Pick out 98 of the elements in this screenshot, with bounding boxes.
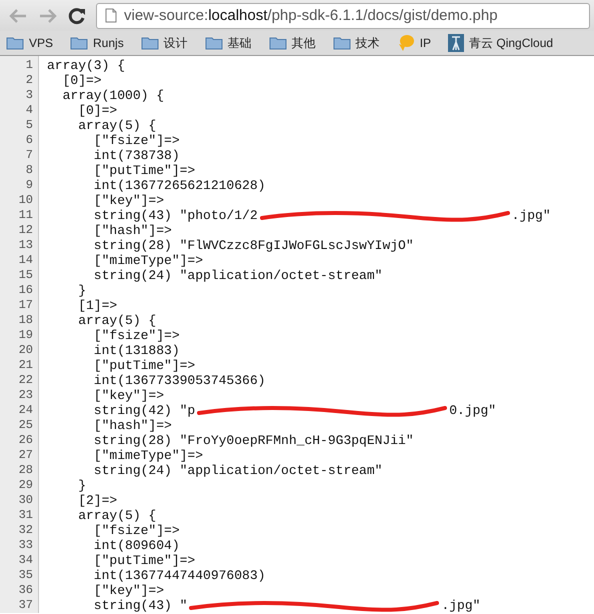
line-number: 15 bbox=[18, 268, 33, 283]
code-line: array(5) { bbox=[77, 118, 156, 133]
tower-icon bbox=[448, 34, 464, 52]
reload-icon bbox=[68, 6, 86, 24]
code-line: string(43) " bbox=[92, 598, 188, 613]
back-arrow-icon bbox=[8, 8, 28, 24]
line-number: 31 bbox=[18, 508, 33, 523]
line-number: 5 bbox=[24, 118, 33, 133]
code-line: ["key"]=> bbox=[92, 193, 164, 208]
code-line: string(28) "FlWVCzzc8FgIJWoFGLscJswYIwjO" bbox=[92, 238, 414, 253]
line-number: 6 bbox=[24, 133, 33, 148]
line-number: 14 bbox=[18, 253, 33, 268]
code-line: } bbox=[77, 283, 86, 298]
line-number: 35 bbox=[18, 568, 33, 583]
speech-bubble-icon bbox=[396, 34, 415, 52]
code-line: [0]=> bbox=[62, 73, 102, 88]
line-number: 8 bbox=[24, 163, 33, 178]
bookmark-item[interactable]: 其他 bbox=[268, 34, 316, 52]
bookmark-item[interactable]: 基础 bbox=[204, 34, 252, 52]
code-line: ["mimeType"]=> bbox=[92, 253, 204, 268]
code-line: ["fsize"]=> bbox=[92, 328, 180, 343]
code-line: string(28) "FroYy0oepRFMnh_cH-9G3pqENJii" bbox=[92, 433, 414, 448]
code-line: [0]=> bbox=[77, 103, 118, 118]
line-number: 37 bbox=[18, 598, 33, 613]
code-line: } bbox=[77, 478, 86, 493]
line-number: 25 bbox=[18, 418, 33, 433]
address-bar[interactable]: view-source:localhost/php-sdk-6.1.1/docs/gist/demo.php bbox=[96, 2, 590, 28]
code-line: string(43) "photo/1/2 bbox=[92, 208, 258, 223]
code-line: array(5) { bbox=[77, 313, 156, 328]
bookmark-item[interactable]: Runjs bbox=[70, 36, 124, 50]
code-line: ["fsize"]=> bbox=[92, 523, 180, 538]
code-line: array(1000) { bbox=[62, 88, 164, 103]
code-line: string(42) "p bbox=[92, 403, 196, 418]
bookmark-item[interactable]: VPS bbox=[6, 36, 54, 50]
line-number: 32 bbox=[18, 523, 33, 538]
bookmark-item[interactable]: 青云 QingCloud bbox=[448, 34, 554, 52]
line-number: 21 bbox=[18, 358, 33, 373]
line-number: 28 bbox=[18, 463, 33, 478]
line-number: 10 bbox=[18, 193, 33, 208]
code-line: ["putTime"]=> bbox=[92, 553, 196, 568]
line-number: 18 bbox=[18, 313, 33, 328]
line-number: 3 bbox=[24, 88, 33, 103]
line-number: 19 bbox=[18, 328, 33, 343]
code-line: ["putTime"]=> bbox=[92, 163, 196, 178]
line-number: 33 bbox=[18, 538, 33, 553]
line-number: 27 bbox=[18, 448, 33, 463]
page-icon bbox=[105, 8, 117, 23]
code-line: ["fsize"]=> bbox=[92, 133, 180, 148]
line-number: 29 bbox=[18, 478, 33, 493]
line-number: 26 bbox=[18, 433, 33, 448]
code-line: ["key"]=> bbox=[92, 583, 164, 598]
code-line: string(24) "application/octet-stream" bbox=[92, 268, 382, 283]
code-line: int(13677265621210628) bbox=[92, 178, 266, 193]
folder-icon bbox=[204, 36, 223, 50]
line-number: 36 bbox=[18, 583, 33, 598]
line-number: 22 bbox=[18, 373, 33, 388]
code-line: ["hash"]=> bbox=[92, 223, 172, 238]
code-text: 0.jpg" bbox=[449, 403, 496, 418]
line-number: 4 bbox=[24, 103, 33, 118]
line-number: 7 bbox=[24, 148, 33, 163]
code-line: [1]=> bbox=[77, 298, 118, 313]
code-line: int(13677447440976083) bbox=[92, 568, 266, 583]
line-number: 9 bbox=[24, 178, 33, 193]
code-line: ["mimeType"]=> bbox=[92, 448, 204, 463]
code-line: array(5) { bbox=[77, 508, 156, 523]
folder-icon bbox=[332, 36, 351, 50]
line-number: 11 bbox=[18, 208, 33, 223]
code-line: ["hash"]=> bbox=[92, 418, 172, 433]
line-number: 2 bbox=[24, 73, 33, 88]
bookmark-item[interactable]: 设计 bbox=[140, 34, 188, 52]
code-line: int(738738) bbox=[92, 148, 180, 163]
bookmark-item[interactable]: 技术 bbox=[332, 34, 380, 52]
code-line: int(809604) bbox=[92, 538, 180, 553]
line-number: 34 bbox=[18, 553, 33, 568]
code-line: int(131883) bbox=[92, 343, 180, 358]
line-number: 17 bbox=[18, 298, 33, 313]
line-number: 23 bbox=[18, 388, 33, 403]
forward-arrow-icon bbox=[38, 8, 58, 24]
line-number: 30 bbox=[18, 493, 33, 508]
folder-icon bbox=[70, 36, 88, 50]
folder-icon bbox=[6, 36, 24, 50]
code-text: .jpg" bbox=[441, 598, 480, 613]
code-line: int(13677339053745366) bbox=[92, 373, 266, 388]
code-line: ["key"]=> bbox=[92, 388, 164, 403]
line-number: 13 bbox=[18, 238, 33, 253]
line-number: 1 bbox=[24, 58, 33, 73]
bookmark-item[interactable]: IP bbox=[396, 34, 432, 52]
code-line: ["putTime"]=> bbox=[92, 358, 196, 373]
code-line: array(3) { bbox=[47, 58, 126, 73]
line-number: 12 bbox=[18, 223, 33, 238]
code-line: string(24) "application/octet-stream" bbox=[92, 463, 382, 478]
line-number: 20 bbox=[18, 343, 33, 358]
folder-icon bbox=[268, 36, 287, 50]
line-number: 16 bbox=[18, 283, 33, 298]
code-line: [2]=> bbox=[77, 493, 118, 508]
code-text: .jpg" bbox=[512, 208, 551, 223]
folder-icon bbox=[140, 36, 159, 50]
line-number: 24 bbox=[18, 403, 33, 418]
